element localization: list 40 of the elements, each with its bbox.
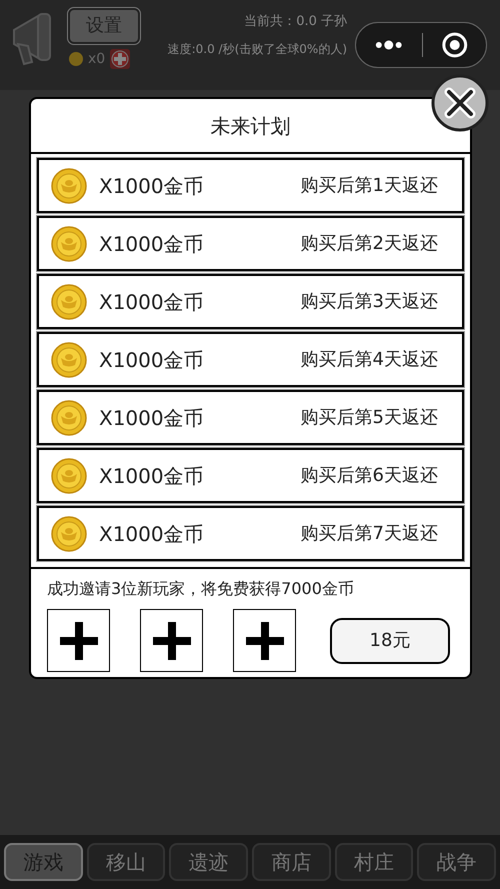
coin-icon xyxy=(68,51,84,67)
return-note: 购买后第7天返还 xyxy=(300,522,438,546)
return-note: 购买后第5天返还 xyxy=(300,406,438,430)
reward-amount: X1000金币 xyxy=(99,346,204,374)
coin-icon xyxy=(51,226,87,262)
coin-icon xyxy=(51,342,87,378)
dialog-title: 未来计划 xyxy=(210,112,290,140)
price-button[interactable]: 18元 xyxy=(330,618,450,664)
plus-icon xyxy=(150,620,192,662)
invite-slot[interactable] xyxy=(233,609,296,672)
add-coins-icon[interactable] xyxy=(109,48,132,70)
plus-icon xyxy=(244,620,286,662)
coin-count: x0 xyxy=(88,50,106,69)
coin-icon xyxy=(51,284,87,320)
coin-icon xyxy=(51,400,87,436)
return-note: 购买后第6天返还 xyxy=(300,464,438,488)
reward-amount: X1000金币 xyxy=(99,520,204,548)
reward-amount: X1000金币 xyxy=(99,230,204,258)
invite-slot[interactable] xyxy=(140,609,203,672)
bottom-tab[interactable]: 村庄 xyxy=(334,843,414,881)
bottom-tab[interactable]: 移山 xyxy=(86,843,166,881)
return-note: 购买后第3天返还 xyxy=(300,290,438,314)
coin-icon xyxy=(51,168,87,204)
bottom-tab[interactable]: 战争 xyxy=(417,843,496,881)
invite-slot[interactable] xyxy=(47,609,110,672)
reward-amount: X1000金币 xyxy=(99,288,204,316)
reward-amount: X1000金币 xyxy=(99,404,204,432)
coin-icon xyxy=(51,458,87,494)
coin-icon xyxy=(51,516,87,552)
return-note: 购买后第4天返还 xyxy=(300,348,438,372)
bottom-tab[interactable]: 商店 xyxy=(252,843,331,881)
bottom-tab[interactable]: 遗迹 xyxy=(169,843,248,881)
total-descendants: 当前共：0.0 子孙 xyxy=(244,13,347,31)
reward-amount: X1000金币 xyxy=(99,462,204,490)
return-note: 购买后第2天返还 xyxy=(300,232,438,256)
plus-icon xyxy=(58,620,100,662)
speed-text: 速度:0.0 /秒(击败了全球0%的人) xyxy=(168,40,347,58)
return-note: 购买后第1天返还 xyxy=(300,174,438,198)
invite-text: 成功邀请3位新玩家，将免费获得7000金币 xyxy=(47,579,354,598)
reward-amount: X1000金币 xyxy=(99,172,204,200)
